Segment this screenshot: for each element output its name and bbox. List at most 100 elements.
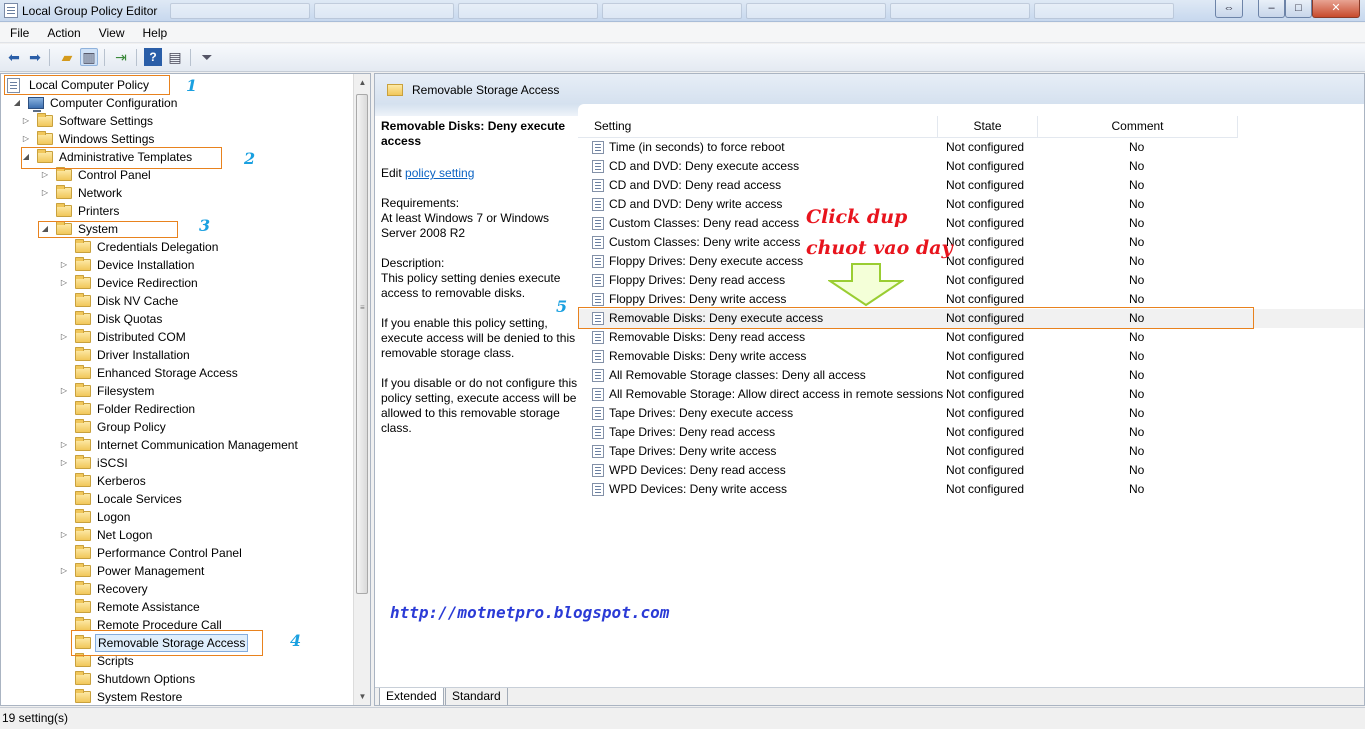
scroll-thumb[interactable] <box>356 94 368 594</box>
tree-item[interactable]: Recovery <box>1 580 351 598</box>
filter-icon[interactable]: ⏷ <box>198 48 216 66</box>
collapsed-triangle-icon[interactable]: ▷ <box>59 436 69 454</box>
maximize-button[interactable]: □ <box>1285 0 1312 18</box>
collapsed-triangle-icon[interactable]: ▷ <box>59 328 69 346</box>
setting-row[interactable]: Tape Drives: Deny read access Not configu… <box>578 423 1364 442</box>
tree-item[interactable]: ▷ Distributed COM <box>1 328 351 346</box>
menu-view[interactable]: View <box>89 23 133 42</box>
switch-window-button[interactable]: ⇔ <box>1215 0 1243 18</box>
collapsed-triangle-icon[interactable]: ▷ <box>59 454 69 472</box>
setting-row[interactable]: Custom Classes: Deny write access Not con… <box>578 233 1364 252</box>
expanded-triangle-icon[interactable]: ◢ <box>12 94 22 112</box>
column-header-state[interactable]: State <box>938 116 1038 138</box>
tree-item[interactable]: Enhanced Storage Access <box>1 364 351 382</box>
setting-icon <box>592 312 604 325</box>
tree-item[interactable]: Performance Control Panel <box>1 544 351 562</box>
setting-row[interactable]: CD and DVD: Deny write access Not configu… <box>578 195 1364 214</box>
tree-item[interactable]: Locale Services <box>1 490 351 508</box>
policy-setting-link[interactable]: policy setting <box>405 166 474 180</box>
tree-item[interactable]: ▷ Internet Communication Management <box>1 436 351 454</box>
setting-row[interactable]: Floppy Drives: Deny read access Not confi… <box>578 271 1364 290</box>
tree-item[interactable]: Driver Installation <box>1 346 351 364</box>
collapsed-triangle-icon[interactable]: ▷ <box>40 166 50 184</box>
setting-row[interactable]: Floppy Drives: Deny execute access Not co… <box>578 252 1364 271</box>
setting-row[interactable]: Time (in seconds) to force reboot Not con… <box>578 138 1364 157</box>
folder-icon <box>75 527 91 541</box>
tree-item[interactable]: Remote Assistance <box>1 598 351 616</box>
expanded-triangle-icon[interactable]: ◢ <box>21 148 31 166</box>
tree-item[interactable]: Scripts <box>1 652 351 670</box>
setting-row[interactable]: Removable Disks: Deny read access Not con… <box>578 328 1364 347</box>
setting-row[interactable]: Tape Drives: Deny write access Not config… <box>578 442 1364 461</box>
tree-item[interactable]: Logon <box>1 508 351 526</box>
tree-item[interactable]: ▷ Network <box>1 184 351 202</box>
forward-arrow-icon[interactable]: ➡ <box>26 48 44 66</box>
tree-item[interactable]: ▷ Power Management <box>1 562 351 580</box>
tree-item[interactable]: Kerberos <box>1 472 351 490</box>
scroll-up-icon[interactable]: ▲ <box>354 74 370 91</box>
collapsed-triangle-icon[interactable]: ▷ <box>59 256 69 274</box>
properties-icon[interactable]: ▤ <box>166 48 184 66</box>
setting-row[interactable]: Custom Classes: Deny read access Not conf… <box>578 214 1364 233</box>
column-header-comment[interactable]: Comment <box>1038 116 1238 138</box>
setting-row[interactable]: Tape Drives: Deny execute access Not conf… <box>578 404 1364 423</box>
setting-row[interactable]: Removable Disks: Deny execute access Not … <box>578 309 1364 328</box>
menu-file[interactable]: File <box>0 23 37 42</box>
tree-item[interactable]: Local Computer Policy <box>1 76 351 94</box>
collapsed-triangle-icon[interactable]: ▷ <box>59 382 69 400</box>
collapsed-triangle-icon[interactable]: ▷ <box>59 274 69 292</box>
console-tree[interactable]: ▲ ≡ ▼ Local Computer Policy ◢ Computer Con… <box>0 73 371 706</box>
collapsed-triangle-icon[interactable]: ▷ <box>40 184 50 202</box>
tree-item[interactable]: ▷ Software Settings <box>1 112 351 130</box>
show-hide-tree-icon[interactable]: ▥ <box>80 48 98 66</box>
tree-item[interactable]: ▷ Control Panel <box>1 166 351 184</box>
collapsed-triangle-icon[interactable]: ▷ <box>21 112 31 130</box>
tree-item[interactable]: Shutdown Options <box>1 670 351 688</box>
tree-item[interactable]: Credentials Delegation <box>1 238 351 256</box>
tab-extended[interactable]: Extended <box>379 688 444 705</box>
tree-item[interactable]: Printers <box>1 202 351 220</box>
setting-icon <box>592 407 604 420</box>
menu-action[interactable]: Action <box>37 23 88 42</box>
help-icon[interactable]: ? <box>144 48 162 66</box>
up-folder-icon[interactable]: ▰ <box>58 48 76 66</box>
tree-item[interactable]: Disk NV Cache <box>1 292 351 310</box>
back-arrow-icon[interactable]: ⬅ <box>5 48 23 66</box>
tree-item[interactable]: ◢ Computer Configuration <box>1 94 351 112</box>
close-button[interactable]: ✕ <box>1312 0 1360 18</box>
tree-item[interactable]: ▷ Filesystem <box>1 382 351 400</box>
setting-row[interactable]: All Removable Storage classes: Deny all … <box>578 366 1364 385</box>
folder-icon <box>75 671 91 685</box>
tree-item[interactable]: ◢ Administrative Templates <box>1 148 351 166</box>
setting-row[interactable]: All Removable Storage: Allow direct acce… <box>578 385 1364 404</box>
tree-item[interactable]: ▷ Net Logon <box>1 526 351 544</box>
setting-row[interactable]: Floppy Drives: Deny write access Not conf… <box>578 290 1364 309</box>
setting-comment: No <box>1129 349 1145 363</box>
column-header-setting[interactable]: Setting <box>578 116 938 138</box>
tree-item[interactable]: Disk Quotas <box>1 310 351 328</box>
instruction-line-2: chuot vao day <box>806 237 953 259</box>
expanded-triangle-icon[interactable]: ◢ <box>40 220 50 238</box>
tree-item[interactable]: ▷ Windows Settings <box>1 130 351 148</box>
setting-row[interactable]: Removable Disks: Deny write access Not co… <box>578 347 1364 366</box>
tree-item[interactable]: ▷ Device Installation <box>1 256 351 274</box>
setting-row[interactable]: CD and DVD: Deny execute access Not confi… <box>578 157 1364 176</box>
tree-item[interactable]: Folder Redirection <box>1 400 351 418</box>
minimize-button[interactable]: – <box>1258 0 1285 18</box>
setting-row[interactable]: WPD Devices: Deny write access Not config… <box>578 480 1364 499</box>
menu-help[interactable]: Help <box>133 23 176 42</box>
collapsed-triangle-icon[interactable]: ▷ <box>59 526 69 544</box>
scroll-down-icon[interactable]: ▼ <box>354 688 370 705</box>
collapsed-triangle-icon[interactable]: ▷ <box>59 562 69 580</box>
tree-item[interactable]: ◢ System <box>1 220 351 238</box>
export-list-icon[interactable]: ⇥ <box>112 48 130 66</box>
tree-item[interactable]: ▷ iSCSI <box>1 454 351 472</box>
tree-scrollbar[interactable]: ▲ ≡ ▼ <box>353 74 370 705</box>
tree-item[interactable]: Group Policy <box>1 418 351 436</box>
tree-item[interactable]: System Restore <box>1 688 351 705</box>
setting-row[interactable]: WPD Devices: Deny read access Not configu… <box>578 461 1364 480</box>
collapsed-triangle-icon[interactable]: ▷ <box>21 130 31 148</box>
tab-standard[interactable]: Standard <box>445 688 508 705</box>
setting-row[interactable]: CD and DVD: Deny read access Not configur… <box>578 176 1364 195</box>
tree-item[interactable]: ▷ Device Redirection <box>1 274 351 292</box>
